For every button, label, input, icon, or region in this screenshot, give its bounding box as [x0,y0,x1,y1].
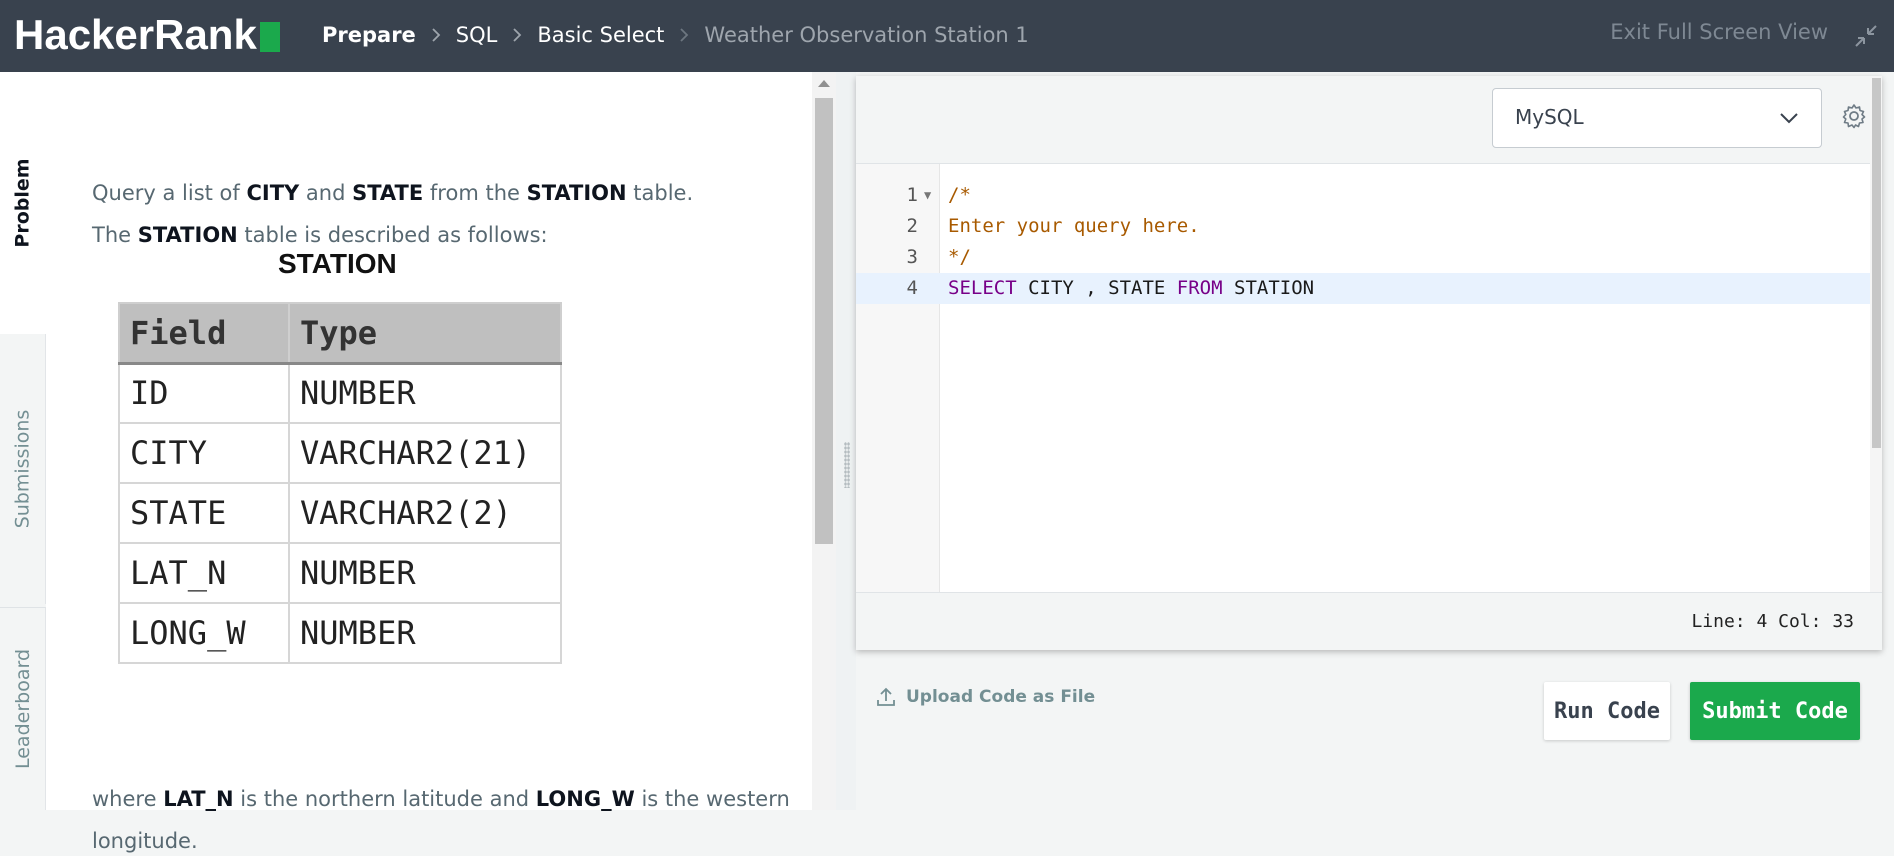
table-cell: NUMBER [288,362,562,424]
upload-code-button[interactable]: Upload Code as File [876,686,1095,708]
chevron-down-icon [1780,113,1798,124]
table-cell: ID [118,362,290,424]
breadcrumb-prepare[interactable]: Prepare [322,23,416,47]
language-select[interactable]: MySQL [1492,88,1822,148]
keyword-lat-n: LAT_N [163,787,234,811]
upload-code-label: Upload Code as File [906,687,1096,707]
chevron-right-icon [678,27,690,43]
line-number: 4 [906,277,918,299]
chevron-right-icon [511,27,523,43]
text: The [92,223,138,247]
table-cell: NUMBER [288,542,562,604]
table-header-row: Field Type [118,302,562,365]
fold-arrow-icon[interactable]: ▼ [924,180,931,211]
scrollbar-thumb[interactable] [1872,78,1881,448]
schema-table: Field Type ID NUMBER CITY VARCHAR2(21) STA… [118,302,562,664]
breadcrumb: Prepare SQL Basic Select Weather Observa… [322,18,1029,52]
chevron-right-icon [430,27,442,43]
editor-scrollbar[interactable] [1870,76,1882,592]
tab-problem-label: Problem [12,158,34,248]
table-cell: VARCHAR2(2) [288,482,562,544]
problem-scrollbar[interactable] [812,72,836,810]
sql-text: STATION [1222,277,1315,299]
scroll-up-arrow-icon[interactable] [818,80,830,87]
gear-icon[interactable] [1840,102,1868,130]
breadcrumb-basic-select[interactable]: Basic Select [537,23,664,47]
hackerrank-logo[interactable]: HackerRank [14,12,280,58]
line-number: 3 [906,246,918,268]
sql-text: CITY , STATE [1016,277,1177,299]
table-cell: NUMBER [288,602,562,664]
table-row: LAT_N NUMBER [118,542,562,604]
problem-statement-pane: Query a list of CITY and STATE from the … [46,72,812,853]
breadcrumb-sql[interactable]: SQL [456,23,498,47]
tab-problem[interactable]: Problem [0,72,46,334]
keyword-station: STATION [526,181,627,205]
table-cell: CITY [118,422,290,484]
keyword-state: STATE [352,181,424,205]
sql-keyword: SELECT [948,277,1017,299]
keyword-station: STATION [137,223,238,247]
code-text: Enter your query here. [948,215,1200,237]
text: is the northern latitude and [233,787,536,811]
code-text: SELECT CITY , STATE FROM STATION [948,273,1314,304]
table-row: STATE VARCHAR2(2) [118,482,562,544]
sql-keyword: FROM [1176,277,1223,299]
tab-leaderboard-label: Leaderboard [11,648,34,770]
table-row: ID NUMBER [118,362,562,424]
problem-footer-line-2: longitude. [92,829,198,853]
column-header-field: Field [118,302,290,365]
column-header-type: Type [288,302,562,365]
grip-dots-icon [844,442,850,488]
editor-toolbar: MySQL [856,76,1882,164]
code-editor-panel: MySQL 1 ▼ /* 2 Enter your query here. 3 … [856,76,1882,650]
submit-code-button[interactable]: Submit Code [1690,682,1860,740]
language-select-value: MySQL [1515,105,1584,129]
table-cell: LONG_W [118,602,290,664]
code-line[interactable]: 1 ▼ /* [856,180,1870,211]
exit-full-screen-link[interactable]: Exit Full Screen View [1610,20,1828,44]
table-cell: STATE [118,482,290,544]
code-line-current[interactable]: 4 SELECT CITY , STATE FROM STATION [856,273,1870,304]
code-editor[interactable]: 1 ▼ /* 2 Enter your query here. 3 */ 4 S… [856,164,1882,592]
code-text: /* [948,184,971,206]
pane-resize-handle[interactable] [836,72,856,810]
tab-submissions-label: Submissions [11,409,34,529]
logo-text: HackerRank [14,11,257,58]
breadcrumb-current-challenge: Weather Observation Station 1 [704,23,1029,47]
code-line[interactable]: 3 */ [856,242,1870,273]
table-cell: VARCHAR2(21) [288,422,562,484]
code-text: */ [948,246,971,268]
table-row: LONG_W NUMBER [118,602,562,664]
editor-status-bar: Line: 4 Col: 33 [856,592,1882,650]
cursor-position: Line: 4 Col: 33 [1691,611,1854,632]
problem-line-2: The STATION table is described as follow… [92,220,548,250]
text: where [92,787,164,811]
text: is the western [634,787,790,811]
text: Query a list of [92,181,247,205]
minimize-icon[interactable] [1852,22,1880,50]
text: from the [423,181,527,205]
problem-line-1: Query a list of CITY and STATE from the … [92,178,693,208]
logo-block-icon [259,22,280,52]
keyword-long-w: LONG_W [535,787,635,811]
tab-leaderboard[interactable]: Leaderboard [0,607,46,810]
text: table is described as follows: [237,223,548,247]
upload-icon [877,687,895,706]
side-tab-bar: Problem Submissions Leaderboard [0,72,46,810]
scrollbar-thumb[interactable] [815,98,833,544]
keyword-city: CITY [246,181,300,205]
text: table. [626,181,694,205]
table-cell: LAT_N [118,542,290,604]
tab-submissions[interactable]: Submissions [0,334,46,604]
line-number: 2 [906,215,918,237]
run-code-button[interactable]: Run Code [1544,682,1670,740]
table-row: CITY VARCHAR2(21) [118,422,562,484]
schema-table-title: STATION [278,248,397,279]
line-number: 1 [906,184,918,206]
top-bar: HackerRank Prepare SQL Basic Select Weat… [0,0,1894,72]
text: and [299,181,353,205]
code-line[interactable]: 2 Enter your query here. [856,211,1870,242]
